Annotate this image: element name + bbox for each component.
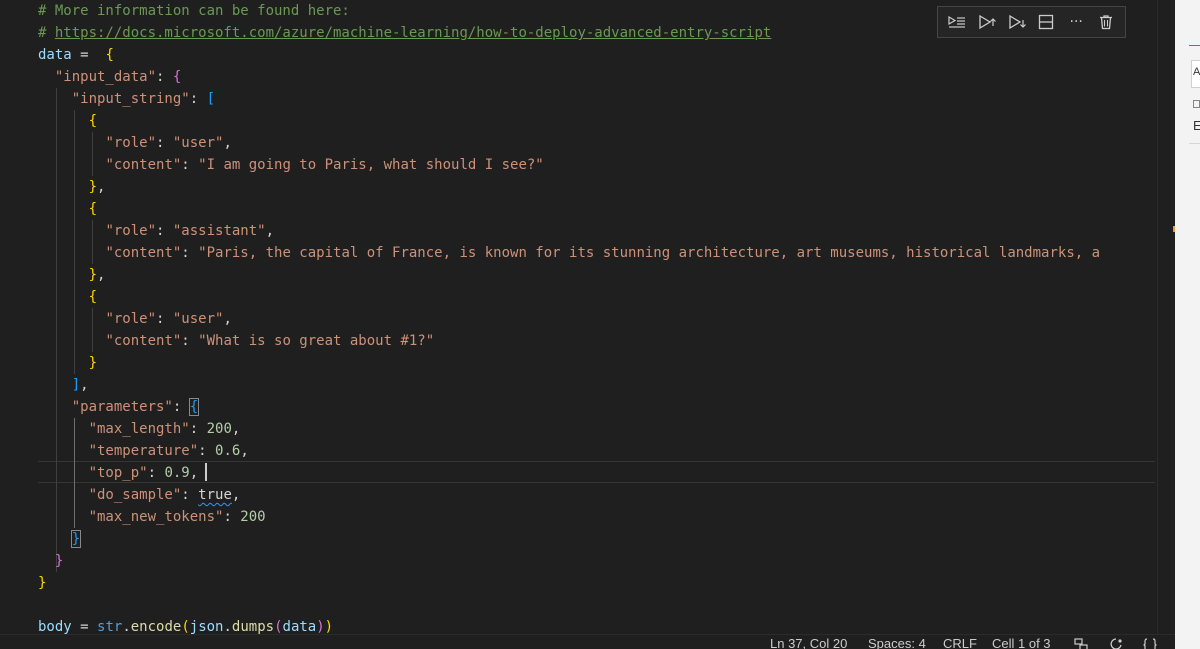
message-content: "What is so great about #1?" <box>198 333 435 349</box>
status-cell-index[interactable]: Cell 1 of 3 <box>992 636 1051 649</box>
execute-cell-below-icon[interactable] <box>975 10 999 34</box>
code-line: "top_p": 0.9, <box>88 465 199 481</box>
code-line: } <box>38 575 47 591</box>
value-max-length: 200 <box>206 421 232 437</box>
code-line: } <box>38 528 82 550</box>
code-line: "parameters": { <box>71 398 200 416</box>
function-dumps: dumps <box>231 619 275 634</box>
key-content: "content" <box>105 333 182 349</box>
code-line: "max_length": 200, <box>88 421 241 437</box>
code-line: # https://docs.microsoft.com/azure/machi… <box>38 22 771 44</box>
code-line: "role": "user", <box>105 135 232 151</box>
key-content: "content" <box>105 245 182 261</box>
code-line: }, <box>88 179 106 195</box>
key-temperature: "temperature" <box>88 443 199 459</box>
key-role: "role" <box>105 135 157 151</box>
delete-cell-icon[interactable] <box>1094 10 1118 34</box>
cell-toolbar: ··· <box>937 6 1126 38</box>
comment-hash: # <box>38 25 55 41</box>
panel-divider <box>1189 143 1200 144</box>
value-do-sample: true <box>198 487 232 503</box>
key-role: "role" <box>105 223 157 239</box>
key-input-data: "input_data" <box>54 69 157 85</box>
code-line: "role": "assistant", <box>105 223 275 239</box>
status-bar: Ln 37, Col 20 Spaces: 4 CRLF Cell 1 of 3 <box>0 634 1175 649</box>
status-eol[interactable]: CRLF <box>943 636 977 649</box>
code-line: { <box>88 113 98 129</box>
message-content: "I am going to Paris, what should I see?… <box>198 157 544 173</box>
text-cursor <box>205 463 207 481</box>
code-line: ], <box>71 377 89 393</box>
code-line: "input_string": [ <box>71 91 216 107</box>
value-max-new-tokens: 200 <box>240 509 266 525</box>
key-content: "content" <box>105 157 182 173</box>
code-line: "content": "What is so great about #1?" <box>105 333 435 349</box>
value-user: "user" <box>172 311 224 327</box>
code-line: "role": "user", <box>105 311 232 327</box>
key-input-string: "input_string" <box>71 91 190 107</box>
code-editor[interactable]: # More information can be found here: # … <box>0 0 1157 634</box>
message-content: "Paris, the capital of France, is known … <box>198 245 1101 261</box>
run-below-icon[interactable] <box>1005 10 1029 34</box>
assign-operator: = <box>71 47 98 63</box>
side-panel: A E <box>1175 0 1200 649</box>
module-json: json <box>189 619 224 634</box>
variable-body: body <box>38 619 72 634</box>
function-encode: encode <box>130 619 182 634</box>
code-line: "do_sample": true, <box>88 487 241 503</box>
split-cell-icon[interactable] <box>1034 10 1058 34</box>
language-mode-icon[interactable] <box>1142 637 1158 649</box>
feedback-icon[interactable] <box>1108 637 1124 649</box>
code-line: } <box>88 355 98 371</box>
code-line: "content": "I am going to Paris, what sh… <box>105 157 544 173</box>
more-actions-label: ··· <box>1069 14 1083 30</box>
code-line: # More information can be found here: <box>38 0 350 22</box>
code-line: }, <box>88 267 106 283</box>
panel-letter-a: A <box>1193 66 1200 78</box>
value-assistant: "assistant" <box>172 223 266 239</box>
matched-bracket: } <box>70 530 82 548</box>
key-top-p: "top_p" <box>88 465 148 481</box>
key-do-sample: "do_sample" <box>88 487 182 503</box>
code-line: { <box>88 201 98 217</box>
value-temperature: 0.6 <box>215 443 241 459</box>
code-line: "content": "Paris, the capital of France… <box>105 245 1101 261</box>
variable-data: data <box>38 47 72 63</box>
key-parameters: "parameters" <box>71 399 173 415</box>
code-line: "input_data": { <box>54 69 182 85</box>
key-max-length: "max_length" <box>88 421 190 437</box>
code-line: { <box>88 289 98 305</box>
value-user: "user" <box>172 135 224 151</box>
panel-small-icon <box>1193 100 1200 108</box>
more-actions-icon[interactable]: ··· <box>1064 10 1088 34</box>
status-indentation[interactable]: Spaces: 4 <box>868 636 926 649</box>
comment-text: # More information can be found here: <box>38 3 350 19</box>
code-line: data = { <box>38 47 114 63</box>
code-line: "max_new_tokens": 200 <box>88 509 266 525</box>
key-max-new-tokens: "max_new_tokens" <box>88 509 224 525</box>
panel-letter-e: E <box>1193 118 1200 133</box>
status-cursor-position[interactable]: Ln 37, Col 20 <box>770 636 847 649</box>
code-line: "temperature": 0.6, <box>88 443 249 459</box>
builtin-str: str <box>97 619 123 634</box>
value-top-p: 0.9 <box>164 465 190 481</box>
matched-bracket: { <box>188 398 200 416</box>
code-line: body = str.encode(json.dumps(data)) <box>38 619 334 634</box>
notebook-kernel-icon[interactable] <box>1073 637 1089 649</box>
panel-accent-line <box>1189 45 1200 46</box>
execute-above-icon[interactable] <box>945 10 969 34</box>
key-role: "role" <box>105 311 157 327</box>
docs-link[interactable]: https://docs.microsoft.com/azure/machine… <box>55 25 771 41</box>
code-line: } <box>54 553 64 569</box>
editor-scrollbar[interactable] <box>1157 0 1176 649</box>
